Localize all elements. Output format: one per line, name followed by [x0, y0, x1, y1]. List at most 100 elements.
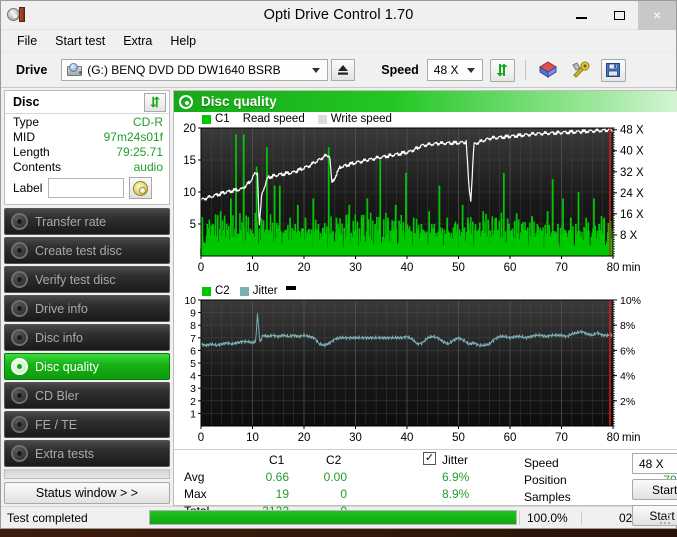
- progress-bar-fill: [150, 511, 516, 524]
- sidebar-item-disc-info[interactable]: Disc info: [4, 324, 170, 351]
- disc-quality-header: Disc quality: [174, 91, 677, 112]
- drive-toolbar: Drive (G:) BENQ DVD DD DW1640 BSRB Speed…: [1, 53, 676, 88]
- svg-text:32 X: 32 X: [620, 167, 644, 179]
- stats-avg-c1: 0.66: [265, 470, 289, 484]
- svg-text:10: 10: [246, 432, 259, 444]
- erase-button[interactable]: [535, 59, 560, 82]
- minimize-button[interactable]: [562, 1, 600, 30]
- save-button[interactable]: [600, 58, 626, 82]
- cd-drive-icon: [7, 6, 25, 24]
- sidebar-filler: [4, 469, 170, 479]
- svg-text:9: 9: [190, 308, 196, 320]
- svg-text:20: 20: [298, 262, 311, 274]
- svg-text:8%: 8%: [620, 320, 635, 332]
- svg-text:50: 50: [452, 432, 465, 444]
- sidebar-item-label: Drive info: [35, 301, 88, 316]
- svg-text:10: 10: [246, 262, 259, 274]
- svg-text:5: 5: [190, 358, 196, 370]
- sidebar-item-label: FE / TE: [35, 417, 78, 432]
- status-bar: Test completed 100.0% 02:41: [1, 506, 676, 528]
- menu-item-help[interactable]: Help: [162, 31, 206, 52]
- window-controls: ×: [562, 0, 676, 30]
- disc-label-key: Label: [13, 181, 43, 195]
- sidebar-item-create-test-disc[interactable]: Create test disc: [4, 237, 170, 264]
- window-body: Disc Type CD-R MID 97m24s01f Length 79:2…: [1, 88, 677, 526]
- statistics-panel: C1 C2 Avg 0.66 0.00 Max 19 0 Total 3122 …: [174, 449, 677, 526]
- svg-text:min: min: [622, 262, 641, 274]
- speed-label: Speed: [381, 63, 419, 77]
- resize-grip[interactable]: [659, 511, 673, 525]
- sidebar-item-label: Disc info: [35, 330, 83, 345]
- menu-item-start-test[interactable]: Start test: [47, 31, 115, 52]
- legend-label-write-speed: Write speed: [330, 113, 392, 125]
- svg-text:48 X: 48 X: [620, 125, 644, 137]
- status-text: Test completed: [7, 510, 88, 525]
- disc-info-panel: Disc Type CD-R MID 97m24s01f Length 79:2…: [4, 90, 170, 205]
- close-button[interactable]: ×: [638, 0, 676, 30]
- legend-swatch-c2: [202, 286, 211, 296]
- start-full-button[interactable]: Start full: [632, 479, 677, 500]
- disc-icon: [11, 242, 28, 259]
- svg-text:50: 50: [452, 262, 465, 274]
- maximize-button[interactable]: [600, 1, 638, 30]
- stats-max-c2: 0: [340, 487, 347, 501]
- drive-icon: [67, 63, 83, 77]
- refresh-button[interactable]: [489, 58, 515, 82]
- sidebar-item-label: Verify test disc: [35, 272, 116, 287]
- tools-button[interactable]: [569, 59, 594, 82]
- test-speed-select[interactable]: 48 X: [632, 453, 677, 474]
- sidebar-item-cd-bler[interactable]: CD Bler: [4, 382, 170, 409]
- jitter-checkbox[interactable]: ✓: [423, 452, 436, 465]
- svg-text:10%: 10%: [620, 295, 641, 307]
- sidebar-item-transfer-rate[interactable]: Transfer rate: [4, 208, 170, 235]
- sidebar-item-extra-tests[interactable]: Extra tests: [4, 440, 170, 467]
- svg-text:8: 8: [190, 320, 196, 332]
- main-panel: Disc quality C1 Read speed Write speed 5…: [173, 90, 677, 526]
- eject-button[interactable]: [331, 59, 356, 81]
- svg-text:min: min: [622, 432, 641, 444]
- drive-select[interactable]: (G:) BENQ DVD DD DW1640 BSRB: [61, 59, 329, 81]
- disc-row-mid: MID 97m24s01f: [5, 129, 169, 144]
- disc-label-row: Label: [5, 174, 169, 204]
- sidebar-item-fe-te[interactable]: FE / TE: [4, 411, 170, 438]
- disc-row-key: Contents: [13, 160, 62, 174]
- svg-text:6%: 6%: [620, 345, 635, 357]
- info-key-position: Position: [524, 473, 567, 487]
- disc-row-value: 97m24s01f: [103, 130, 163, 144]
- sidebar-item-label: Extra tests: [35, 446, 95, 461]
- menu-item-extra[interactable]: Extra: [115, 31, 162, 52]
- progress-percent: 100.0%: [519, 510, 581, 525]
- info-key-speed: Speed: [524, 456, 559, 470]
- disc-refresh-button[interactable]: [144, 92, 166, 112]
- disc-icon: [11, 300, 28, 317]
- status-window-button[interactable]: Status window > >: [4, 482, 170, 504]
- disc-label-input[interactable]: [48, 178, 125, 198]
- stats-avg-c2: 0.00: [323, 470, 347, 484]
- disc-label-button[interactable]: [129, 177, 153, 199]
- info-key-samples: Samples: [524, 490, 571, 504]
- menu-item-file[interactable]: File: [9, 31, 47, 52]
- svg-text:60: 60: [504, 262, 517, 274]
- disc-icon: [11, 416, 28, 433]
- sidebar-item-disc-quality[interactable]: Disc quality: [4, 353, 170, 380]
- sidebar: Disc Type CD-R MID 97m24s01f Length 79:2…: [4, 90, 170, 506]
- application-window: Opti Drive Control 1.70 × File Start tes…: [0, 0, 677, 529]
- disc-row-key: MID: [13, 130, 35, 144]
- legend-label-c1: C1: [215, 113, 230, 125]
- svg-text:24 X: 24 X: [620, 188, 644, 200]
- sidebar-item-drive-info[interactable]: Drive info: [4, 295, 170, 322]
- disc-icon: [11, 387, 28, 404]
- chart2-canvas[interactable]: 123456789102%4%6%8%10%0 10 20 30 40 50 60 70 80 m…: [174, 284, 677, 449]
- disc-row-value: audio: [133, 160, 163, 174]
- speed-select[interactable]: 48 X: [426, 59, 483, 81]
- chart1-canvas[interactable]: 5 10 15 20 8 X 16 X 24 X 32 X 40 X 48 X 0 10 20 30 40 5…: [174, 112, 677, 284]
- chevron-down-icon: [466, 67, 475, 73]
- drive-select-value: (G:) BENQ DVD DD DW1640 BSRB: [87, 63, 281, 77]
- disc-panel-title: Disc: [13, 95, 40, 109]
- svg-text:15: 15: [183, 155, 196, 167]
- sidebar-item-verify-test-disc[interactable]: Verify test disc: [4, 266, 170, 293]
- disc-icon: [11, 213, 28, 230]
- jitter-label: Jitter: [442, 453, 469, 467]
- stats-row-label-avg: Avg: [184, 470, 205, 484]
- svg-text:6: 6: [190, 345, 196, 357]
